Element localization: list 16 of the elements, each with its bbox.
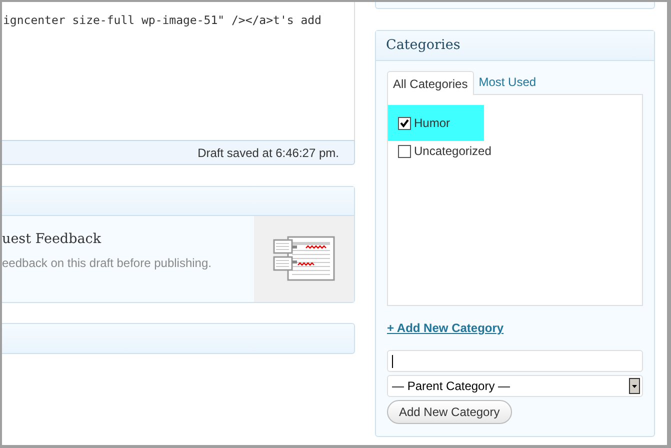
category-name-input[interactable] <box>387 350 643 372</box>
categories-title: Categories <box>386 36 460 56</box>
checkbox[interactable] <box>398 116 411 130</box>
add-category-button[interactable]: Add New Category <box>387 400 512 424</box>
feedback-title: uest Feedback <box>2 230 102 249</box>
document-review-icon <box>273 236 335 282</box>
checkbox[interactable] <box>398 144 411 158</box>
add-category-link[interactable]: + Add New Category <box>387 319 504 337</box>
draft-status: Draft saved at 6:46:27 pm. <box>198 144 339 162</box>
feedback-description: eedback on this draft before publishing. <box>2 255 212 272</box>
category-tab[interactable]: All Categories <box>387 71 474 95</box>
parent-category-select[interactable]: — Parent Category — <box>387 375 643 397</box>
category-item[interactable]: Humor <box>388 105 484 141</box>
category-tab[interactable]: Most Used <box>474 70 542 94</box>
category-item[interactable]: Uncategorized <box>388 141 492 161</box>
editor-text: igncenter size-full wp-image-51" /></a>t's add <box>3 12 322 29</box>
